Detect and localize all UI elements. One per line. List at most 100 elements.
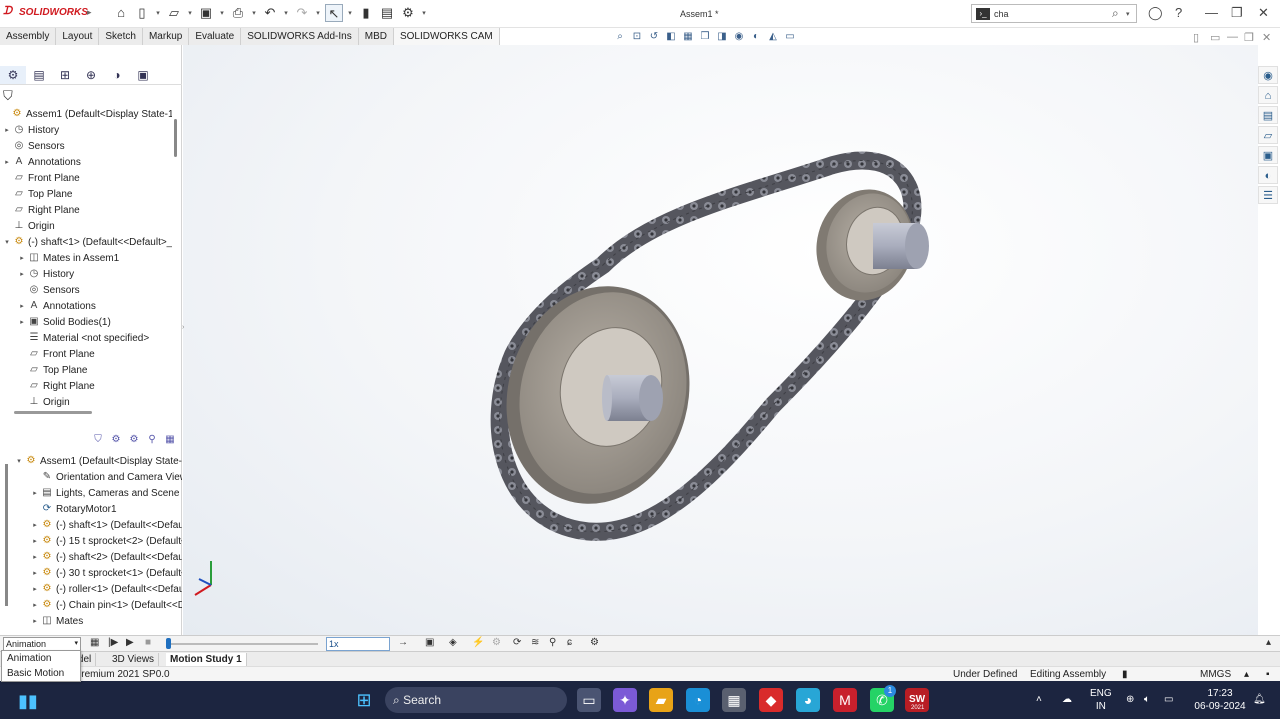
redo-icon[interactable]: ↷	[293, 4, 311, 22]
timeline-slider[interactable]	[166, 638, 171, 649]
tab-assembly[interactable]: Assembly	[0, 28, 57, 45]
expand-arrow[interactable]: ▸	[30, 569, 40, 577]
configuration-manager-tab-icon[interactable]: ⊞	[52, 66, 78, 84]
display-style-icon[interactable]: ◨	[715, 30, 729, 44]
print-dropdown-icon[interactable]: ▾	[250, 9, 258, 17]
rebuild-icon[interactable]: ▮	[1122, 669, 1128, 680]
file-properties-icon[interactable]: ▤	[378, 4, 396, 22]
view-settings-icon[interactable]: ▭	[783, 30, 797, 44]
expand-arrow[interactable]: ▸	[30, 585, 40, 593]
select-cursor-icon[interactable]: ↖	[325, 4, 343, 22]
zoom-area-icon[interactable]: ⊡	[630, 30, 644, 44]
motion-tree-row[interactable]: ▸⚙ (-) shaft<2> (Default<<Default>_Displa…	[0, 549, 182, 565]
dimxpert-tab-icon[interactable]: ⊕	[78, 66, 104, 84]
save-animation-icon[interactable]: ▣	[425, 637, 434, 648]
customize-status-icon[interactable]: ▪	[1266, 669, 1270, 680]
expand-arrow[interactable]: ▸	[30, 521, 40, 529]
chrome-icon[interactable]: ◕	[796, 688, 820, 712]
option-basic-motion[interactable]: Basic Motion	[2, 666, 80, 681]
expand-arrow[interactable]: ▸	[30, 553, 40, 561]
tab-mbd[interactable]: MBD	[358, 28, 394, 45]
expand-arrow[interactable]: ▸	[17, 318, 27, 326]
expand-arrow[interactable]: ▸	[30, 489, 40, 497]
motion-tree-row[interactable]: ▸⚙ (-) 30 t sprocket<1> (Default<<Default…	[0, 565, 182, 581]
cam-tab-icon[interactable]: ▣	[130, 66, 156, 84]
widgets-icon[interactable]: ▮▮	[18, 691, 38, 712]
expand-arrow[interactable]: ▸	[17, 302, 27, 310]
expand-arrow[interactable]: ▾	[2, 238, 12, 246]
motion-tree-scrollbar[interactable]	[5, 464, 8, 606]
units-dropdown-icon[interactable]: ▴	[1244, 669, 1249, 680]
undo-icon[interactable]: ↶	[261, 4, 279, 22]
task-view-icon[interactable]: ▭	[577, 688, 601, 712]
minimize-icon[interactable]: —	[1205, 5, 1218, 20]
section-view-icon[interactable]: ◧	[664, 30, 678, 44]
previous-view-icon[interactable]: ↺	[647, 30, 661, 44]
motion-tree-row[interactable]: ▸ ▤ Lights, Cameras and Scene	[0, 485, 182, 501]
display-manager-tab-icon[interactable]: ◑	[104, 66, 130, 84]
tab-cam[interactable]: SOLIDWORKS CAM	[393, 28, 500, 45]
motion-tree-row[interactable]: ⟳ RotaryMotor1	[0, 501, 182, 517]
save-icon[interactable]: ▣	[197, 4, 215, 22]
tree-row[interactable]: ▸ ◫ Mates in Assem1	[0, 250, 172, 266]
doc-close-icon[interactable]: ✕	[1262, 31, 1271, 44]
doc-minimize-icon[interactable]: ▭	[1210, 31, 1220, 44]
playback-speed-select[interactable]: 1x	[326, 637, 390, 651]
expand-arrow[interactable]: ▸	[17, 270, 27, 278]
appearances-icon[interactable]: ◐	[1258, 166, 1278, 184]
search-icon[interactable]: ⌕	[1112, 6, 1126, 21]
search-dropdown-icon[interactable]: ▾	[1126, 10, 1136, 18]
units-select[interactable]: MMGS	[1200, 669, 1231, 680]
tree-row[interactable]: ☰ Material <not specified>	[0, 330, 172, 346]
traffic-light-icon[interactable]: ▮	[357, 4, 375, 22]
tree-row[interactable]: ⊥ Origin	[0, 218, 172, 234]
battery-icon[interactable]: ▭	[1164, 693, 1173, 706]
user-account-icon[interactable]: ◯	[1148, 5, 1163, 21]
tree-row[interactable]: ▱ Front Plane	[0, 346, 172, 362]
tree-row[interactable]: ⚙ Assem1 (Default<Display State-1>)	[0, 106, 172, 122]
options-gear-icon[interactable]: ⚙	[399, 4, 417, 22]
design-library-icon[interactable]: ▤	[1258, 106, 1278, 124]
gravity-icon[interactable]: ɕ	[567, 637, 572, 648]
filter-selected-icon[interactable]: ⚲	[144, 434, 160, 448]
search-input[interactable]: cha	[994, 9, 1112, 19]
collapse-motion-icon[interactable]: ▴	[1266, 637, 1271, 648]
doc-restore-icon[interactable]: ❐	[1244, 31, 1254, 44]
stop-icon[interactable]: ■	[145, 637, 151, 648]
new-dropdown-icon[interactable]: ▾	[154, 9, 162, 17]
contact-icon[interactable]: ⚲	[549, 637, 556, 648]
open-dropdown-icon[interactable]: ▾	[186, 9, 194, 17]
tree-row[interactable]: ⊥ Origin	[0, 394, 172, 410]
study-properties-icon[interactable]: ⚙	[590, 637, 599, 648]
option-animation[interactable]: Animation	[2, 651, 80, 666]
view-palette-icon[interactable]: ▣	[1258, 146, 1278, 164]
tree-row[interactable]: ▱ Top Plane	[0, 186, 172, 202]
tab-sketch[interactable]: Sketch	[99, 28, 143, 45]
play-from-start-icon[interactable]: |▶	[108, 637, 118, 648]
view-orientation-icon[interactable]: ❒	[698, 30, 712, 44]
taskbar-search[interactable]: ⌕ Search	[385, 687, 567, 713]
apply-scene-icon[interactable]: ◭	[766, 30, 780, 44]
filter-icon[interactable]: ⛉	[3, 88, 13, 104]
help-icon[interactable]: ?	[1175, 5, 1182, 20]
tree-vertical-scrollbar[interactable]	[174, 119, 177, 157]
motor-tool-icon[interactable]: ⟳	[513, 637, 521, 648]
expand-arrow[interactable]: ▸	[30, 601, 40, 609]
spring-icon[interactable]: ≋	[531, 637, 539, 648]
home-icon[interactable]: ⌂	[112, 4, 130, 22]
expand-arrow[interactable]: ▸	[2, 158, 12, 166]
hide-show-icon[interactable]: ◉	[732, 30, 746, 44]
animation-wizard-icon[interactable]: ◈	[449, 637, 457, 648]
tree-row[interactable]: ▸ A Annotations	[0, 154, 172, 170]
doc-tile-icon[interactable]: ▯	[1193, 31, 1199, 44]
mcafee-icon[interactable]: M	[833, 688, 857, 712]
playback-mode-icon[interactable]: →	[398, 637, 408, 648]
notifications-icon[interactable]: 🔔︎	[1253, 693, 1266, 706]
select-dropdown-icon[interactable]: ▾	[346, 9, 354, 17]
menu-expand-icon[interactable]: ▸	[87, 7, 92, 18]
language-indicator[interactable]: ENG IN	[1090, 687, 1112, 713]
motion-tree-row[interactable]: ▸⚙ (-) roller<1> (Default<<Default>_Displ…	[0, 581, 182, 597]
expand-arrow[interactable]: ▸	[2, 126, 12, 134]
tab-layout[interactable]: Layout	[56, 28, 100, 45]
motion-filter-icon[interactable]: ⛉	[90, 434, 106, 448]
